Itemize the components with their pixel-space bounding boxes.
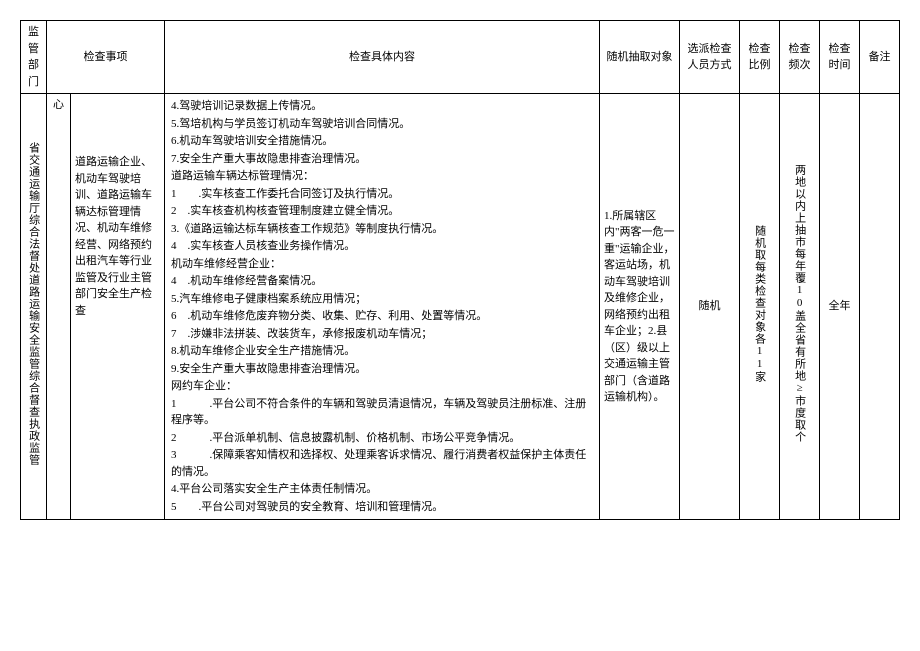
header-ratio: 检查比例 xyxy=(740,21,780,94)
content-line: 机动车维修经营企业： xyxy=(171,256,595,273)
cell-note xyxy=(860,94,900,520)
content-line: 7.安全生产重大事故隐患排查治理情况。 xyxy=(171,151,595,168)
content-line: 道路运输车辆达标管理情况： xyxy=(171,168,595,185)
content-line: 7 .涉嫌非法拼装、改装货车，承修报废机动车情况； xyxy=(171,326,595,343)
content-line: 5.汽车维修电子健康档案系统应用情况； xyxy=(171,291,595,308)
data-row: 省交通运输厅综合法督处道路运输安全监管综合督查执政监管 心 道路运输企业、机动车… xyxy=(21,94,900,520)
matter-text: 道路运输企业、机动车驾驶培训、道路运输车辆达标管理情况、机动车维修经营、网络预约… xyxy=(75,156,152,317)
header-note: 备注 xyxy=(860,21,900,94)
content-line: 5 .平台公司对驾驶员的安全教育、培训和管理情况。 xyxy=(171,499,595,516)
cell-dept: 省交通运输厅综合法督处道路运输安全监管综合督查执政监管 xyxy=(21,94,47,520)
content-line: 4 .实车核查人员核查业务操作情况。 xyxy=(171,238,595,255)
cell-center: 心 xyxy=(47,94,71,520)
inspection-table: 监管部门 检查事项 检查具体内容 随机抽取对象 选派检查人员方式 检查比例 检查… xyxy=(20,20,900,520)
target-text: 1.所属辖区内"两客一危一重"运输企业，客运站场，机动车驾驶培训及维修企业，网络… xyxy=(604,210,675,404)
header-matter: 检查事项 xyxy=(47,21,165,94)
header-target: 随机抽取对象 xyxy=(600,21,680,94)
content-line: 2 .实车核查机构核查管理制度建立健全情况。 xyxy=(171,203,595,220)
header-time: 检查时间 xyxy=(820,21,860,94)
header-dept: 监管部门 xyxy=(21,21,47,94)
dept-text: 省交通运输厅综合法督处道路运输安全监管综合督查执政监管 xyxy=(26,142,40,466)
center-text: 心 xyxy=(53,99,64,111)
content-line: 1 .平台公司不符合条件的车辆和驾驶员清退情况，车辆及驾驶员注册标准、注册程序等… xyxy=(171,396,595,429)
content-line: 6 .机动车维修危废弃物分类、收集、贮存、利用、处置等情况。 xyxy=(171,308,595,325)
content-line: 4.平台公司落实安全生产主体责任制情况。 xyxy=(171,481,595,498)
content-line: 8.机动车维修企业安全生产措施情况。 xyxy=(171,343,595,360)
cell-freq: 两地以内上抽市每年覆10盖全省有所地≥市度取个 xyxy=(780,94,820,520)
cell-target: 1.所属辖区内"两客一危一重"运输企业，客运站场，机动车驾驶培训及维修企业，网络… xyxy=(600,94,680,520)
header-row: 监管部门 检查事项 检查具体内容 随机抽取对象 选派检查人员方式 检查比例 检查… xyxy=(21,21,900,94)
content-line: 2 .平台派单机制、信息披露机制、价格机制、市场公平竞争情况。 xyxy=(171,430,595,447)
cell-time: 全年 xyxy=(820,94,860,520)
content-line: 4.驾驶培训记录数据上传情况。 xyxy=(171,98,595,115)
header-method: 选派检查人员方式 xyxy=(680,21,740,94)
cell-method: 随机 xyxy=(680,94,740,520)
content-line: 3 .保障乘客知情权和选择权、处理乘客诉求情况、履行消费者权益保护主体责任的情况… xyxy=(171,447,595,480)
time-text: 全年 xyxy=(829,300,851,312)
header-freq: 检查频次 xyxy=(780,21,820,94)
content-line: 6.机动车驾驶培训安全措施情况。 xyxy=(171,133,595,150)
content-line: 5.驾培机构与学员签订机动车驾驶培训合同情况。 xyxy=(171,116,595,133)
freq-text: 两地以内上抽市每年覆10盖全省有所地≥市度取个 xyxy=(792,164,806,443)
content-line: 3.《道路运输达标车辆核查工作规范》等制度执行情况。 xyxy=(171,221,595,238)
header-content: 检查具体内容 xyxy=(165,21,600,94)
method-text: 随机 xyxy=(699,300,721,312)
content-line: 1 .实车核查工作委托合同签订及执行情况。 xyxy=(171,186,595,203)
cell-ratio: 随机取每类检查对象各11家 xyxy=(740,94,780,520)
content-line: 4 .机动车维修经营备案情况。 xyxy=(171,273,595,290)
content-line: 网约车企业： xyxy=(171,378,595,395)
cell-content: 4.驾驶培训记录数据上传情况。 5.驾培机构与学员签订机动车驾驶培训合同情况。 … xyxy=(165,94,600,520)
cell-matter: 道路运输企业、机动车驾驶培训、道路运输车辆达标管理情况、机动车维修经营、网络预约… xyxy=(71,94,165,520)
content-line: 9.安全生产重大事故隐患排查治理情况。 xyxy=(171,361,595,378)
ratio-text: 随机取每类检查对象各11家 xyxy=(752,225,766,383)
